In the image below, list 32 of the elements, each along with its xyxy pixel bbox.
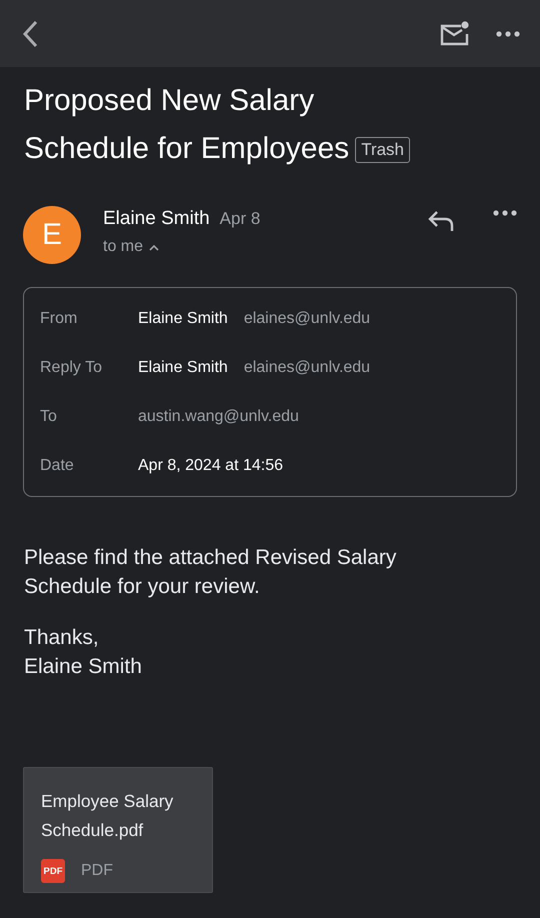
message-paragraph: Please find the attached Revised Salary Schedule for your review.	[24, 545, 398, 600]
detail-label: Reply To	[40, 358, 102, 376]
more-button[interactable]	[496, 30, 520, 36]
mail-icon	[440, 20, 470, 46]
sender-avatar: E	[23, 206, 81, 264]
mark-unread-button[interactable]	[440, 20, 470, 46]
detail-value: Elaine Smith	[138, 310, 228, 328]
more-icon	[496, 30, 520, 36]
detail-label: To	[40, 408, 57, 426]
attachment-name: Employee Salary Schedule.pdf	[41, 790, 174, 842]
email-address: elaines@unlv.edu	[244, 358, 370, 376]
pdf-icon: PDF	[41, 859, 65, 883]
attachment-type: PDF	[81, 862, 113, 880]
detail-value: Apr 8, 2024 at 14:56	[138, 456, 283, 474]
sender-name: Elaine Smith	[103, 208, 210, 230]
detail-label: From	[40, 310, 78, 328]
message-date: Apr 8	[220, 209, 260, 229]
reply-button[interactable]	[427, 210, 455, 232]
back-button[interactable]	[20, 18, 40, 48]
email-address: elaines@unlv.edu	[244, 310, 370, 328]
chevron-icon	[149, 244, 160, 250]
reply-icon	[427, 210, 455, 232]
attachment-card[interactable]: Employee Salary Schedule.pdf PDF PDF	[23, 767, 213, 893]
back-icon	[20, 18, 40, 48]
detail-value: Elaine Smith	[138, 358, 228, 376]
detail-label: Date	[40, 456, 74, 474]
email-address: austin.wang@unlv.edu	[138, 408, 299, 426]
more-icon	[493, 210, 517, 216]
message-paragraph: Thanks, Elaine Smith	[24, 625, 143, 680]
trash-label: Trash	[355, 137, 410, 164]
recipient-toggle[interactable]: to me	[103, 238, 160, 256]
email-subject: Proposed New Salary Schedule for Employees	[24, 84, 350, 165]
